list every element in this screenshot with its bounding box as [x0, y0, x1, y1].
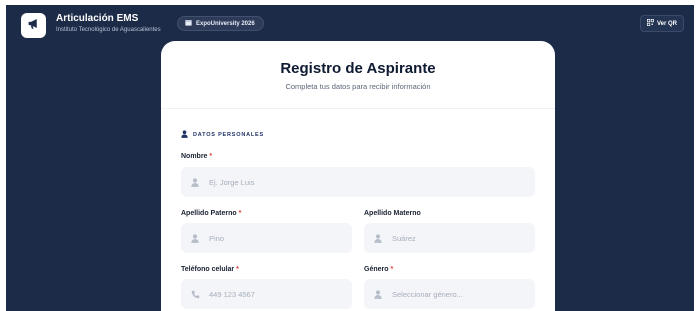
view-qr-button[interactable]: Ver QR [640, 15, 684, 32]
page-title: Registro de Aspirante [280, 60, 436, 77]
apellido-materno-label-text: Apellido Materno [364, 210, 421, 217]
top-header: Articulación EMS Instituto Tecnológico d… [6, 5, 694, 41]
telefono-label: Teléfono celular * [181, 266, 239, 273]
user-icon [190, 233, 200, 243]
app-logo[interactable] [21, 13, 46, 38]
required-marker: * [236, 266, 239, 273]
nombre-input[interactable]: Ej. Jorge Luis [181, 167, 535, 197]
event-badge: ExpoUniversity 2026 [177, 16, 264, 31]
section-title: DATOS PERSONALES [193, 132, 264, 138]
genero-label: Género * [364, 266, 393, 273]
user-icon [373, 289, 383, 299]
apellido-materno-label: Apellido Materno [364, 210, 421, 217]
nombre-label-text: Nombre [181, 153, 208, 160]
window-border-left [0, 0, 6, 311]
user-icon [373, 233, 383, 243]
phone-icon [190, 289, 200, 299]
telefono-placeholder: 449 123 4567 [209, 289, 255, 299]
app-subtitle: Instituto Tecnológico de Aguascalientes [56, 27, 161, 33]
view-qr-label: Ver QR [656, 20, 677, 27]
page-subtitle: Completa tus datos para recibir informac… [285, 82, 431, 91]
apellido-paterno-label-text: Apellido Paterno [181, 210, 237, 217]
app-title: Articulación EMS [56, 13, 139, 24]
window-border-right [694, 0, 699, 311]
nombre-label: Nombre * [181, 153, 212, 160]
apellido-paterno-placeholder: Pino [209, 233, 225, 243]
required-marker: * [238, 210, 242, 217]
apellido-paterno-input[interactable]: Pino [181, 223, 352, 253]
genero-label-text: Género [364, 266, 389, 273]
nombre-placeholder: Ej. Jorge Luis [209, 177, 255, 187]
megaphone-icon [27, 17, 40, 35]
telefono-label-text: Teléfono celular [181, 266, 235, 273]
event-badge-label: ExpoUniversity 2026 [196, 20, 255, 27]
section-personal-data: DATOS PERSONALES [181, 130, 264, 140]
registration-card: Registro de Aspirante Completa tus datos… [161, 41, 555, 311]
required-marker: * [390, 266, 394, 273]
user-icon [181, 130, 188, 140]
brand-block: Articulación EMS Instituto Tecnológico d… [56, 13, 161, 34]
required-marker: * [209, 153, 213, 160]
genero-select[interactable]: Seleccionar género... [364, 279, 535, 309]
card-header: Registro de Aspirante Completa tus datos… [161, 41, 555, 109]
apellido-paterno-label: Apellido Paterno * [181, 210, 241, 217]
apellido-materno-placeholder: Suárez [392, 233, 416, 243]
apellido-materno-input[interactable]: Suárez [364, 223, 535, 253]
calendar-icon [185, 19, 192, 28]
genero-placeholder: Seleccionar género... [392, 289, 463, 299]
qr-code-icon [646, 19, 654, 28]
telefono-input[interactable]: 449 123 4567 [181, 279, 352, 309]
user-icon [190, 177, 200, 187]
